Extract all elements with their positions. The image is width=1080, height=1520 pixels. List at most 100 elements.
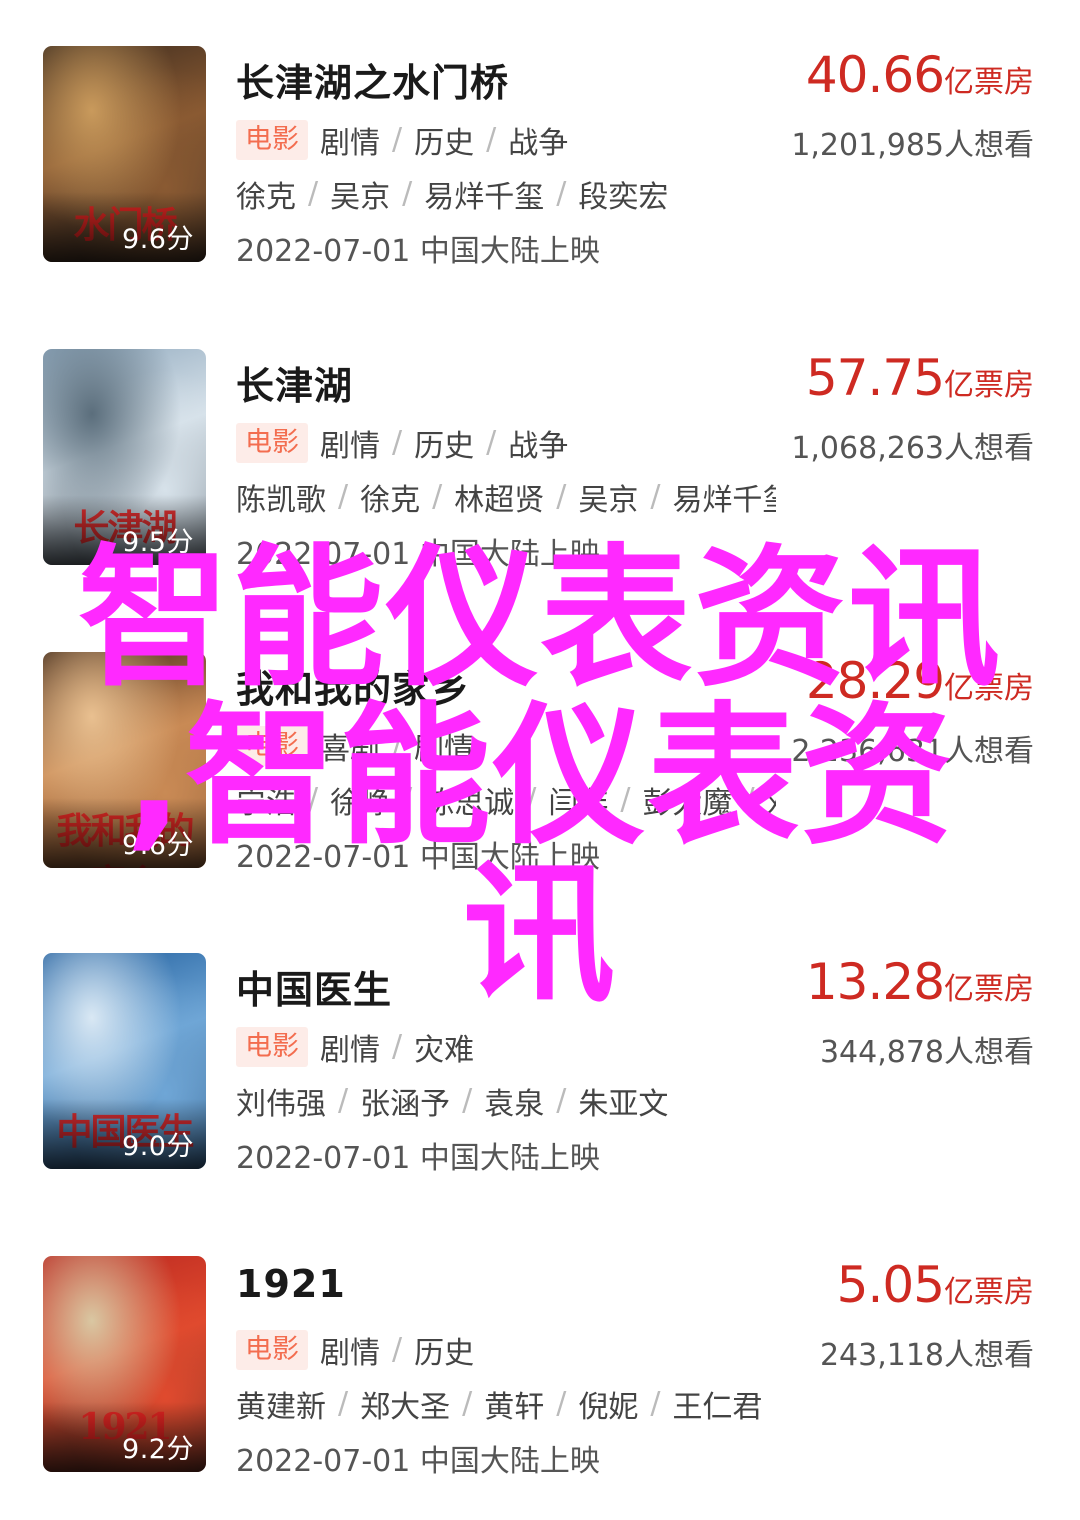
box-office: 57.75亿票房: [806, 349, 1034, 407]
movie-poster[interactable]: 19219.2分: [43, 1256, 206, 1472]
movie-title[interactable]: 长津湖之水门桥: [236, 52, 509, 107]
rating-score: 9.6分: [122, 224, 194, 255]
box-office-value: 5.05: [836, 1256, 945, 1314]
separator: /: [392, 121, 403, 157]
cast-name: 宁浩: [236, 786, 296, 821]
want-to-see-count: 1,068,263人想看: [791, 431, 1034, 466]
cast-line: 陈凯歌/徐克/林超贤/吴京/易烊千玺/段奕宏: [236, 475, 776, 519]
separator: /: [432, 478, 443, 514]
genre-label: 历史: [414, 126, 475, 161]
genre-label: 剧情: [320, 429, 380, 464]
type-badge: 电影: [236, 726, 308, 766]
box-office-unit: 亿票房: [944, 368, 1034, 403]
cast-line: 宁浩/徐峥/陈思诚/闫非/彭大魔/邓超/俞白眉/黄…: [236, 778, 776, 822]
separator: /: [392, 1331, 403, 1367]
genre-line: 电影 剧情 / 历史 / 战争: [236, 421, 568, 465]
movie-title[interactable]: 我和我的家乡: [236, 658, 470, 713]
box-office: 5.05亿票房: [837, 1256, 1034, 1314]
movie-item[interactable]: 水门桥9.6分长津湖之水门桥电影剧情/历史/战争徐克/吴京/易烊千玺/段奕宏20…: [0, 46, 1080, 286]
movie-item[interactable]: 中国医生9.0分中国医生电影剧情 / 灾难刘伟强 / 张涵予 / 袁泉 / 朱亚文 2022-07…: [0, 953, 1080, 1193]
separator: /: [338, 1385, 349, 1421]
movie-title[interactable]: 1921: [236, 1262, 346, 1306]
cast-name: 陈思诚: [424, 786, 515, 821]
genre-label: 剧情: [414, 732, 475, 767]
cast-name: 林超贤: [454, 483, 545, 518]
cast-name: 易烊千玺: [672, 483, 776, 518]
cast-name: 朱亚文: [578, 1087, 669, 1122]
genre-line: 电影 喜剧 / 剧情: [236, 724, 474, 768]
movie-poster[interactable]: 水门桥9.6分: [43, 46, 206, 262]
separator: /: [556, 175, 567, 211]
cast-name: 徐克: [360, 483, 421, 518]
separator: /: [556, 1385, 567, 1421]
cast-name: 徐克: [236, 180, 296, 215]
rating-score: 9.0分: [122, 1131, 194, 1162]
release-date: 2022-07-01 中国大陆上映: [236, 1141, 600, 1176]
want-to-see-count: 1,201,985人想看: [791, 128, 1034, 163]
movie-poster[interactable]: 长津湖9.5分: [43, 349, 206, 565]
separator: /: [650, 1385, 661, 1421]
movie-item[interactable]: 我和我的家乡9.6分我和我的家乡电影喜剧/剧情宁浩/徐峥/陈思诚/闫非/彭大魔/…: [0, 652, 1080, 892]
box-office-unit: 亿票房: [944, 1275, 1034, 1310]
separator: /: [462, 1385, 473, 1421]
separator: /: [392, 1028, 403, 1064]
separator: /: [462, 1082, 473, 1118]
box-office-value: 40.66: [805, 46, 945, 104]
release-date: 2022-07-01 中国大陆上映: [236, 840, 600, 875]
movie-item[interactable]: 长津湖9.5分长津湖电影剧情/历史/战争陈凯歌/徐克/林超贤/吴京/易烊千玺/段…: [0, 349, 1080, 589]
box-office-unit: 亿票房: [944, 972, 1034, 1007]
type-badge: 电影: [236, 1330, 308, 1370]
cast-name: 倪妮: [578, 1390, 639, 1425]
separator: /: [556, 478, 567, 514]
genre-line: 电影 剧情 / 灾难: [236, 1025, 474, 1069]
type-badge: 电影: [236, 423, 308, 463]
release-date: 2022-07-01 中国大陆上映: [236, 1444, 600, 1479]
box-office-value: 57.75: [805, 349, 945, 407]
cast-name: 黄轩: [484, 1390, 545, 1425]
genre-label: 灾难: [414, 1033, 475, 1068]
cast-name: 王仁君: [672, 1390, 763, 1425]
cast-name: 吴京: [578, 483, 639, 518]
movie-title[interactable]: 中国医生: [236, 959, 392, 1014]
genre-label: 战争: [508, 429, 569, 464]
cast-line: 刘伟强 / 张涵予 / 袁泉 / 朱亚文: [236, 1079, 668, 1123]
separator: /: [526, 781, 537, 817]
cast-line: 黄建新 / 郑大圣 / 黄轩 / 倪妮 / 王仁君: [236, 1382, 762, 1426]
cast-name: 张涵予: [360, 1087, 451, 1122]
release-date: 2022-07-01 中国大陆上映: [236, 234, 600, 269]
cast-name: 彭大魔: [642, 786, 733, 821]
box-office: 40.66亿票房: [806, 46, 1034, 104]
box-office-value: 28.29: [805, 652, 945, 710]
cast-name: 袁泉: [484, 1087, 545, 1122]
movie-item[interactable]: 19219.2分 1921 电影剧情 / 历史黄建新 / 郑大圣 / 黄轩 / 倪妮 / 王仁君 2022…: [0, 1256, 1080, 1496]
movie-poster[interactable]: 中国医生9.0分: [43, 953, 206, 1169]
genre-line: 电影 剧情 / 历史: [236, 1328, 474, 1372]
box-office-value: 13.28: [805, 953, 945, 1011]
separator: /: [744, 781, 755, 817]
separator: /: [486, 121, 497, 157]
separator: /: [338, 478, 349, 514]
genre-label: 喜剧: [320, 732, 380, 767]
type-badge: 电影: [236, 120, 308, 160]
separator: /: [486, 424, 497, 460]
box-office-unit: 亿票房: [944, 65, 1034, 100]
cast-name: 徐峥: [330, 786, 391, 821]
movie-title[interactable]: 长津湖: [236, 355, 353, 410]
genre-label: 剧情: [320, 1033, 380, 1068]
cast-name: 吴京: [330, 180, 391, 215]
want-to-see-count: 344,878人想看: [819, 1035, 1034, 1070]
box-office-unit: 亿票房: [944, 671, 1034, 706]
genre-line: 电影 剧情 / 历史 / 战争: [236, 118, 568, 162]
movie-poster[interactable]: 我和我的家乡9.6分: [43, 652, 206, 868]
genre-label: 剧情: [320, 126, 380, 161]
cast-name: 陈凯歌: [236, 483, 326, 518]
separator: /: [308, 175, 319, 211]
release-date: 2022-07-01 中国大陆上映: [236, 537, 600, 572]
separator: /: [392, 424, 403, 460]
separator: /: [650, 478, 661, 514]
rating-score: 9.5分: [122, 527, 194, 558]
separator: /: [402, 175, 413, 211]
separator: /: [338, 1082, 349, 1118]
separator: /: [392, 727, 403, 763]
cast-name: 段奕宏: [578, 180, 669, 215]
